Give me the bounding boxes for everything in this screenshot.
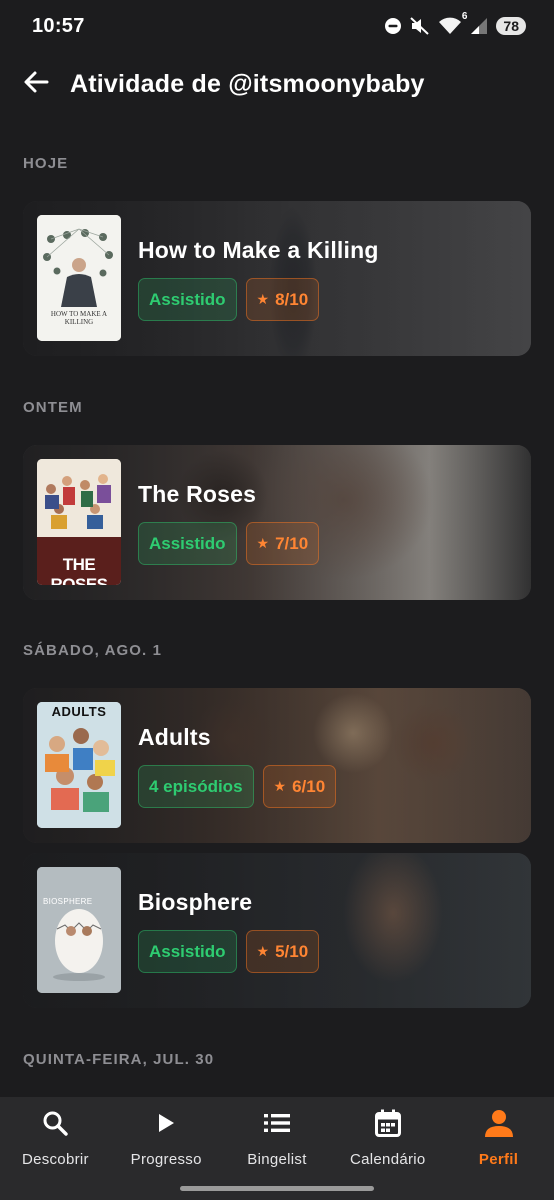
nav-label: Descobrir [21, 1151, 89, 1168]
poster: ADULTS [37, 702, 121, 828]
star-icon: ★ [256, 943, 270, 959]
star-icon: ★ [256, 535, 270, 551]
calendar-icon [374, 1107, 401, 1139]
rating-label: 7/10 [275, 533, 309, 553]
section-label-saturday: SÁBADO, AGO. 1 [23, 642, 163, 659]
rating-badge: ★ 7/10 [245, 522, 320, 565]
card-chips: Assistido ★ 5/10 [138, 930, 320, 973]
rating-label: 6/10 [292, 776, 326, 796]
activity-card[interactable]: THE ROSES The Roses Assistido ★ 7/10 [23, 445, 531, 600]
card-chips: 4 episódios ★ 6/10 [138, 765, 337, 808]
nav-label: Progresso [130, 1151, 202, 1168]
status-time: 10:57 [32, 14, 85, 37]
poster-title: HOW TO MAKE A KILLING [50, 310, 108, 326]
activity-card[interactable]: HOW TO MAKE A KILLING How to Make a Kill… [23, 201, 531, 356]
mute-icon [410, 17, 430, 35]
card-title: Adults [138, 724, 211, 750]
search-icon [42, 1107, 69, 1139]
card-chips: Assistido ★ 7/10 [138, 522, 320, 565]
nav-label: Bingelist [247, 1151, 307, 1168]
rating-badge: ★ 5/10 [245, 930, 320, 973]
home-indicator[interactable] [180, 1186, 374, 1191]
activity-card[interactable]: ADULTS Adults 4 episódios ★ 6/10 [23, 688, 531, 843]
status-label: 4 episódios [149, 776, 243, 796]
rating-badge: ★ 8/10 [245, 278, 320, 321]
poster: BIOSPHERE [37, 867, 121, 993]
activity-card[interactable]: BIOSPHERE Biosphere Assistido ★ 5/10 [23, 853, 531, 1008]
poster: HOW TO MAKE A KILLING [37, 215, 121, 341]
battery-icon: 78 [496, 17, 526, 35]
nav-discover[interactable]: Descobrir [0, 1107, 110, 1200]
list-icon [263, 1107, 290, 1139]
bottom-nav: Descobrir Progresso Bingelist Calendário… [0, 1097, 554, 1200]
poster-title: ADULTS [51, 704, 107, 719]
card-title: How to Make a Killing [138, 237, 379, 263]
page-title: Atividade de @itsmoonybaby [70, 69, 425, 98]
arrow-left-icon [23, 70, 49, 99]
rating-label: 8/10 [275, 289, 309, 309]
status-label: Assistido [149, 941, 226, 961]
star-icon: ★ [273, 778, 287, 794]
app-header: Atividade de @itsmoonybaby [0, 56, 554, 112]
person-icon [484, 1107, 514, 1139]
card-title: The Roses [138, 481, 257, 507]
status-badge: Assistido [138, 278, 237, 321]
section-label-thursday: QUINTA-FEIRA, JUL. 30 [23, 1051, 215, 1068]
wifi-icon: 6 [438, 11, 467, 35]
poster-title: BIOSPHERE [43, 897, 93, 906]
star-icon: ★ [256, 291, 270, 307]
wifi-badge: 6 [461, 11, 468, 22]
status-icons: 6 78 [384, 11, 526, 35]
nav-label: Perfil [478, 1151, 519, 1168]
section-label-yesterday: ONTEM [23, 399, 83, 416]
status-badge: 4 episódios [138, 765, 254, 808]
nav-profile[interactable]: Perfil [444, 1107, 554, 1200]
status-badge: Assistido [138, 522, 237, 565]
play-icon [156, 1107, 176, 1139]
nav-label: Calendário [350, 1151, 426, 1168]
card-chips: Assistido ★ 8/10 [138, 278, 320, 321]
poster-title: THE ROSES [50, 555, 108, 585]
card-title: Biosphere [138, 889, 253, 915]
dnd-icon [384, 17, 402, 35]
rating-badge: ★ 6/10 [262, 765, 337, 808]
back-button[interactable] [22, 70, 50, 98]
rating-label: 5/10 [275, 941, 309, 961]
signal-icon [470, 17, 488, 35]
status-bar: 10:57 6 78 [0, 0, 554, 52]
status-label: Assistido [149, 289, 226, 309]
status-badge: Assistido [138, 930, 237, 973]
status-label: Assistido [149, 533, 226, 553]
poster: THE ROSES [37, 459, 121, 585]
section-label-today: HOJE [23, 155, 69, 172]
